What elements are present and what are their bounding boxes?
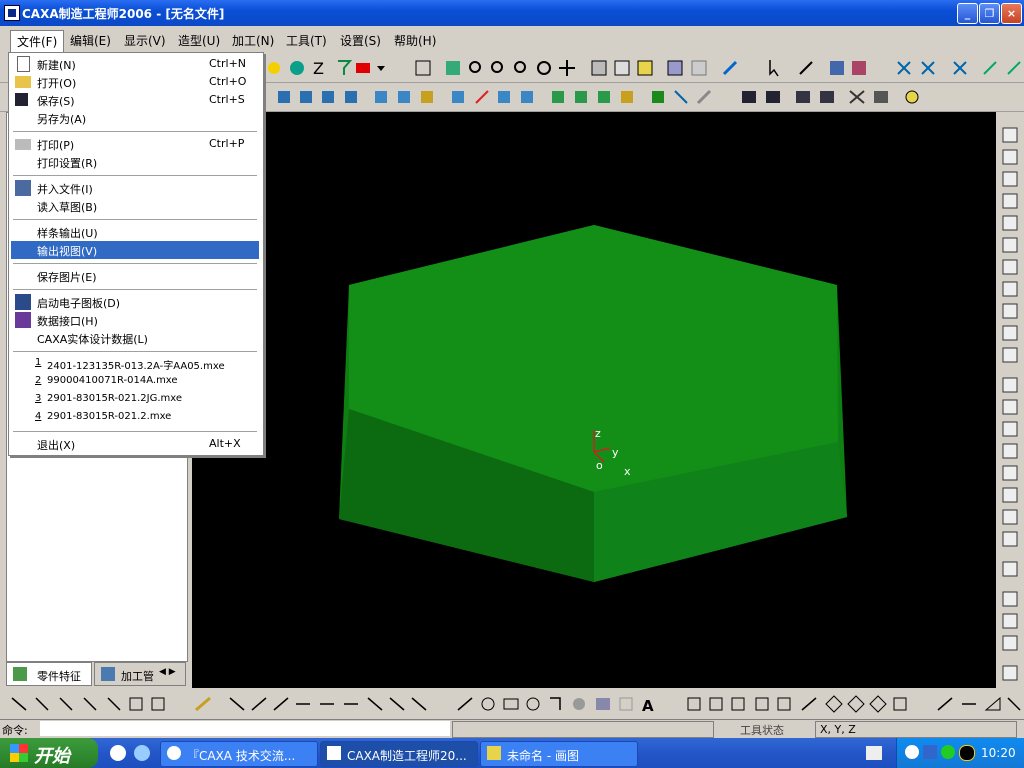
tray-chat-icon[interactable] bbox=[941, 745, 955, 759]
menu-item-print[interactable]: 打印(P) Ctrl+P bbox=[11, 135, 259, 153]
close-button[interactable]: × bbox=[1001, 3, 1022, 24]
quicklaunch-browser-icon[interactable] bbox=[134, 745, 150, 761]
status-field-1 bbox=[452, 721, 714, 738]
tab-part-features-label: 零件特征 bbox=[37, 670, 81, 683]
part-feature-icon bbox=[13, 667, 27, 681]
menu-tools[interactable]: 工具(T) bbox=[286, 32, 327, 49]
minimize-button[interactable]: _ bbox=[957, 3, 978, 24]
menu-item-save-image[interactable]: 保存图片(E) bbox=[11, 267, 259, 285]
task-caxa-forum[interactable]: 『CAXA 技术交流... bbox=[160, 741, 318, 767]
menu-edit[interactable]: 编辑(E) bbox=[70, 32, 111, 49]
menu-item-spline-export[interactable]: 样条输出(U) bbox=[11, 223, 259, 241]
menu-item-save[interactable]: 保存(S) Ctrl+S bbox=[11, 91, 259, 109]
tray-network-icon[interactable] bbox=[923, 745, 937, 759]
menu-modeling[interactable]: 造型(U) bbox=[178, 32, 220, 49]
menu-machining[interactable]: 加工(N) bbox=[232, 32, 274, 49]
task-caxa-app[interactable]: CAXA制造工程师20... bbox=[320, 741, 478, 767]
start-button[interactable]: 开始 bbox=[0, 738, 98, 768]
tray-app-icon[interactable] bbox=[905, 745, 919, 759]
menu-item-recent-4[interactable]: 4 2901-83015R-021.2.mxe bbox=[11, 409, 259, 427]
menu-item-print-setup[interactable]: 打印设置(R) bbox=[11, 153, 259, 171]
menu-view[interactable]: 显示(V) bbox=[124, 32, 166, 49]
axis-x-label: x bbox=[624, 465, 631, 478]
menu-item-launch-eboard[interactable]: 启动电子图板(D) bbox=[11, 293, 259, 311]
save-disk-icon bbox=[15, 93, 28, 106]
bottom-toolbar: A bbox=[0, 690, 1024, 718]
new-file-icon bbox=[17, 56, 30, 72]
command-bar: 命令: 工具状态 X, Y, Z bbox=[0, 719, 1024, 738]
menu-separator bbox=[13, 431, 257, 433]
tab-machining-label: 加工管 bbox=[121, 670, 154, 683]
axis-z-label: z bbox=[595, 427, 601, 440]
command-prompt: 命令: bbox=[2, 724, 28, 737]
app-icon[interactable] bbox=[4, 5, 20, 21]
title-bar: CAXA制造工程师2006 - [无名文件] _ ❐ × bbox=[0, 0, 1024, 26]
menu-separator bbox=[13, 351, 257, 353]
task-caxa-label: CAXA制造工程师20... bbox=[347, 749, 467, 763]
right-toolbar-icons[interactable] bbox=[998, 112, 1024, 688]
window-title: CAXA制造工程师2006 - [无名文件] bbox=[22, 7, 225, 21]
menu-item-exit[interactable]: 退出(X) Alt+X bbox=[11, 435, 259, 453]
menu-item-merge-file[interactable]: 并入文件(I) bbox=[11, 179, 259, 197]
taskbar: 开始 『CAXA 技术交流... CAXA制造工程师20... 未命名 - 画图… bbox=[0, 738, 1024, 768]
system-tray: 10:20 bbox=[896, 738, 1024, 768]
right-toolbar bbox=[998, 112, 1024, 688]
open-folder-icon bbox=[15, 76, 31, 88]
tab-part-features[interactable]: 零件特征 bbox=[6, 662, 92, 686]
command-input[interactable] bbox=[40, 721, 450, 736]
svg-text:Z: Z bbox=[313, 59, 324, 78]
task-paint-label: 未命名 - 画图 bbox=[507, 749, 579, 763]
file-menu-dropdown: 新建(N) Ctrl+N 打开(O) Ctrl+O 保存(S) Ctrl+S 另… bbox=[8, 52, 264, 456]
task-paint[interactable]: 未命名 - 画图 bbox=[480, 741, 638, 767]
menu-item-recent-3[interactable]: 3 2901-83015R-021.2JG.mxe bbox=[11, 391, 259, 409]
eboard-icon bbox=[15, 294, 31, 310]
task-caxa-icon bbox=[327, 746, 341, 760]
tool-state-label: 工具状态 bbox=[740, 724, 784, 737]
menu-item-export-view[interactable]: 输出视图(V) bbox=[11, 241, 259, 259]
menu-separator bbox=[13, 263, 257, 265]
menu-file[interactable]: 文件(F) bbox=[10, 30, 65, 53]
restore-button[interactable]: ❐ bbox=[979, 3, 1000, 24]
windows-logo-icon bbox=[10, 744, 28, 762]
task-forum-icon bbox=[167, 746, 181, 760]
3d-viewport[interactable]: z y o x bbox=[192, 112, 996, 688]
menu-separator bbox=[13, 175, 257, 177]
clock[interactable]: 10:20 bbox=[981, 746, 1016, 760]
menu-help[interactable]: 帮助(H) bbox=[394, 32, 436, 49]
svg-text:A: A bbox=[642, 697, 654, 715]
tray-media-icon[interactable] bbox=[959, 745, 975, 761]
menu-settings[interactable]: 设置(S) bbox=[340, 32, 381, 49]
machining-icon bbox=[101, 667, 115, 681]
menu-item-import-sketch[interactable]: 读入草图(B) bbox=[11, 197, 259, 215]
menu-separator bbox=[13, 219, 257, 221]
panel-tabs: 零件特征 加工管 ◀ ▶ bbox=[6, 662, 186, 686]
task-paint-icon bbox=[487, 746, 501, 760]
printer-icon bbox=[15, 139, 31, 150]
tab-scroll-arrows-icon[interactable]: ◀ ▶ bbox=[159, 667, 176, 677]
axis-origin-label: o bbox=[596, 459, 603, 472]
menu-separator bbox=[13, 289, 257, 291]
axis-y-label: y bbox=[612, 446, 619, 459]
menu-separator bbox=[13, 131, 257, 133]
task-forum-label: 『CAXA 技术交流... bbox=[187, 749, 296, 763]
menu-bar: 文件(F) 编辑(E) 显示(V) 造型(U) 加工(N) 工具(T) 设置(S… bbox=[0, 28, 1024, 53]
coords-label: X, Y, Z bbox=[820, 723, 856, 736]
quicklaunch-app-icon[interactable] bbox=[110, 745, 126, 761]
tab-machining[interactable]: 加工管 ◀ ▶ bbox=[94, 662, 186, 686]
coords-field: X, Y, Z bbox=[815, 721, 1017, 738]
model-view[interactable]: z y o x bbox=[192, 112, 996, 688]
menu-item-open[interactable]: 打开(O) Ctrl+O bbox=[11, 73, 259, 91]
bottom-toolbar-icons[interactable]: A bbox=[0, 690, 1024, 718]
keyboard-icon[interactable] bbox=[866, 746, 882, 760]
start-label: 开始 bbox=[34, 746, 70, 767]
data-interface-icon bbox=[15, 312, 31, 328]
menu-item-save-as[interactable]: 另存为(A) bbox=[11, 109, 259, 127]
menu-item-recent-1[interactable]: 1 2401-123135R-013.2A-字AA05.mxe bbox=[11, 355, 259, 373]
menu-item-caxa-solid-data[interactable]: CAXA实体设计数据(L) bbox=[11, 329, 259, 347]
menu-item-new[interactable]: 新建(N) Ctrl+N bbox=[11, 55, 259, 73]
menu-item-recent-2[interactable]: 2 99000410071R-014A.mxe bbox=[11, 373, 259, 391]
menu-item-data-interface[interactable]: 数据接口(H) bbox=[11, 311, 259, 329]
merge-file-icon bbox=[15, 180, 31, 196]
